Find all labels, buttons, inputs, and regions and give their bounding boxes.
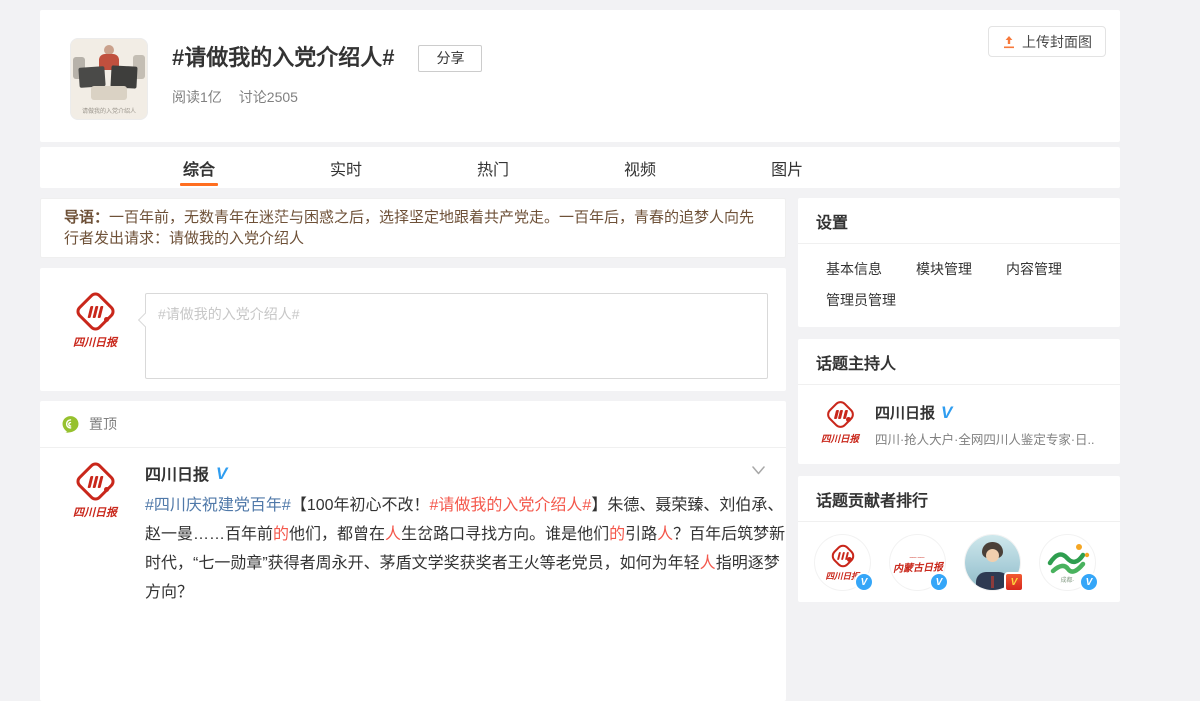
tab-realtime[interactable]: 实时 — [330, 147, 362, 188]
contributors-title: 话题贡献者排行 — [798, 476, 1120, 522]
sichuan-daily-logo-text: 四川日报 — [818, 431, 862, 445]
verified-gold-badge-icon: V — [1004, 572, 1024, 592]
post-text-segment: 他们，都曾在 — [289, 526, 385, 543]
post-text-segment: 的 — [609, 526, 625, 543]
hashtag-link[interactable]: #四川庆祝建党百年# — [145, 497, 291, 514]
sichuan-daily-logo-icon — [73, 290, 117, 334]
post-text-segment: 引路 — [625, 526, 657, 543]
host-avatar[interactable]: 四川日报 — [818, 400, 862, 448]
post-menu-button[interactable] — [747, 460, 770, 480]
verified-org-badge-icon: V — [1079, 572, 1099, 592]
compose-input[interactable] — [145, 293, 768, 379]
topic-admin-page: 请做我的入党介绍人 #请做我的入党介绍人# 分享 阅读1亿 讨论2505 上传封… — [0, 10, 1200, 701]
post-text-segment: 的 — [273, 526, 289, 543]
sichuan-daily-logo-icon — [824, 398, 857, 431]
contributor-avatars: 四川日报 V ﹏﹏ 内蒙古日报 V — [798, 522, 1120, 602]
contributor-avatar-sichuan-daily[interactable]: 四川日报 V — [815, 535, 870, 590]
tab-all[interactable]: 综合 — [183, 147, 215, 188]
post-author-name[interactable]: 四川日报 — [145, 461, 209, 485]
contributor-avatar-chengdu[interactable]: 成都· V — [1040, 535, 1095, 590]
post-text-segment: 生岔路口寻找方向。谁是他们 — [401, 526, 609, 543]
verified-org-badge-icon: V — [929, 572, 949, 592]
verified-blue-v-icon: V — [216, 465, 227, 482]
sichuan-daily-logo-text: 四川日报 — [68, 504, 122, 520]
post-text-segment: 人 — [700, 555, 716, 572]
upload-cover-button[interactable]: 上传封面图 — [988, 26, 1106, 57]
reads-count: 阅读1亿 — [172, 87, 222, 107]
hashtag-link[interactable]: #请做我的入党介绍人# — [430, 497, 592, 514]
calligraphy-flourish: ﹏﹏ — [910, 552, 926, 559]
verified-org-badge-icon: V — [854, 572, 874, 592]
settings-links: 基本信息 模块管理 内容管理 管理员管理 — [798, 244, 1120, 327]
intro-card: 导语：一百年前，无数青年在迷茫与困惑之后，选择坚定地跟着共产党走。一百年后，青春… — [40, 198, 786, 258]
post-author-avatar[interactable]: 四川日报 — [68, 463, 122, 520]
composer-card: 四川日报 — [40, 268, 786, 391]
contributor-avatar-person[interactable]: V — [965, 535, 1020, 590]
post-text-segment: 【100年初心不改！ — [291, 497, 430, 514]
sichuan-daily-logo-icon — [73, 460, 117, 504]
settings-title: 设置 — [798, 198, 1120, 244]
host-description: 四川·抢人大户·全网四川人鉴定专家·日.. — [875, 429, 1113, 448]
cover-shape — [91, 86, 127, 100]
chevron-down-icon — [751, 464, 766, 476]
pinned-post-card: 置顶 四川日报 四川日报 V — [40, 401, 786, 701]
topic-tabbar: 综合 实时 热门 视频 图片 — [40, 147, 1120, 188]
topic-host-row: 四川日报 四川日报 V 四川·抢人大户·全网四川人鉴定专家·日.. — [798, 385, 1120, 464]
post-text: #四川庆祝建党百年#【100年初心不改！#请做我的入党介绍人#】朱德、聂荣臻、刘… — [145, 491, 795, 607]
upload-button-label: 上传封面图 — [1022, 32, 1092, 52]
share-button[interactable]: 分享 — [418, 45, 482, 72]
tab-hot[interactable]: 热门 — [477, 147, 509, 188]
settings-link-admin-mgmt[interactable]: 管理员管理 — [826, 290, 896, 310]
header-main: #请做我的入党介绍人# 分享 阅读1亿 讨论2505 — [172, 38, 482, 142]
settings-link-basic-info[interactable]: 基本信息 — [826, 259, 882, 279]
pin-icon — [61, 415, 80, 434]
topic-host-title: 话题主持人 — [798, 339, 1120, 385]
cover-caption: 请做我的入党介绍人 — [71, 106, 147, 115]
contributor-avatar-neimenggu-daily[interactable]: ﹏﹏ 内蒙古日报 V — [890, 535, 945, 590]
settings-link-module-mgmt[interactable]: 模块管理 — [916, 259, 972, 279]
post-text-segment: 人 — [385, 526, 401, 543]
pinned-header: 置顶 — [40, 401, 786, 448]
discussions-count: 讨论2505 — [239, 87, 298, 107]
tab-image[interactable]: 图片 — [771, 147, 803, 188]
sichuan-daily-logo-text: 四川日报 — [68, 334, 122, 350]
topic-header-card: 请做我的入党介绍人 #请做我的入党介绍人# 分享 阅读1亿 讨论2505 上传封… — [40, 10, 1120, 142]
sidebar: 设置 基本信息 模块管理 内容管理 管理员管理 话题主持人 四川日报 — [798, 198, 1120, 614]
host-name[interactable]: 四川日报 — [875, 402, 935, 423]
topic-title: #请做我的入党介绍人# — [172, 44, 394, 72]
intro-text: 一百年前，无数青年在迷茫与困惑之后，选择坚定地跟着共产党走。一百年后，青春的追梦… — [64, 209, 754, 247]
tab-video[interactable]: 视频 — [624, 147, 656, 188]
sichuan-daily-avatar[interactable]: 四川日报 — [68, 293, 122, 391]
upload-icon — [1002, 35, 1016, 49]
contributors-card: 话题贡献者排行 四川日报 V ﹏﹏ — [798, 476, 1120, 602]
topic-cover-image: 请做我的入党介绍人 — [70, 38, 148, 120]
chengdu-logo-text: 成都· — [1061, 575, 1075, 584]
post-text-segment: 人 — [657, 526, 673, 543]
post: 四川日报 四川日报 V #四川庆祝建党百年#【100年初心不改！#请做我的入党介… — [40, 448, 786, 617]
chengdu-green-swirl-icon — [1046, 541, 1090, 577]
main-column: 导语：一百年前，无数青年在迷茫与困惑之后，选择坚定地跟着共产党走。一百年后，青春… — [40, 198, 786, 701]
cover-board — [78, 66, 105, 88]
pinned-label: 置顶 — [89, 414, 117, 434]
topic-host-card: 话题主持人 四川日报 四川日报 V 四川·抢人大户·全网四川人鉴定专家·日.. — [798, 339, 1120, 464]
settings-card: 设置 基本信息 模块管理 内容管理 管理员管理 — [798, 198, 1120, 327]
settings-link-content-mgmt[interactable]: 内容管理 — [1006, 259, 1062, 279]
verified-blue-v-icon: V — [941, 404, 952, 421]
intro-label: 导语： — [64, 209, 109, 226]
